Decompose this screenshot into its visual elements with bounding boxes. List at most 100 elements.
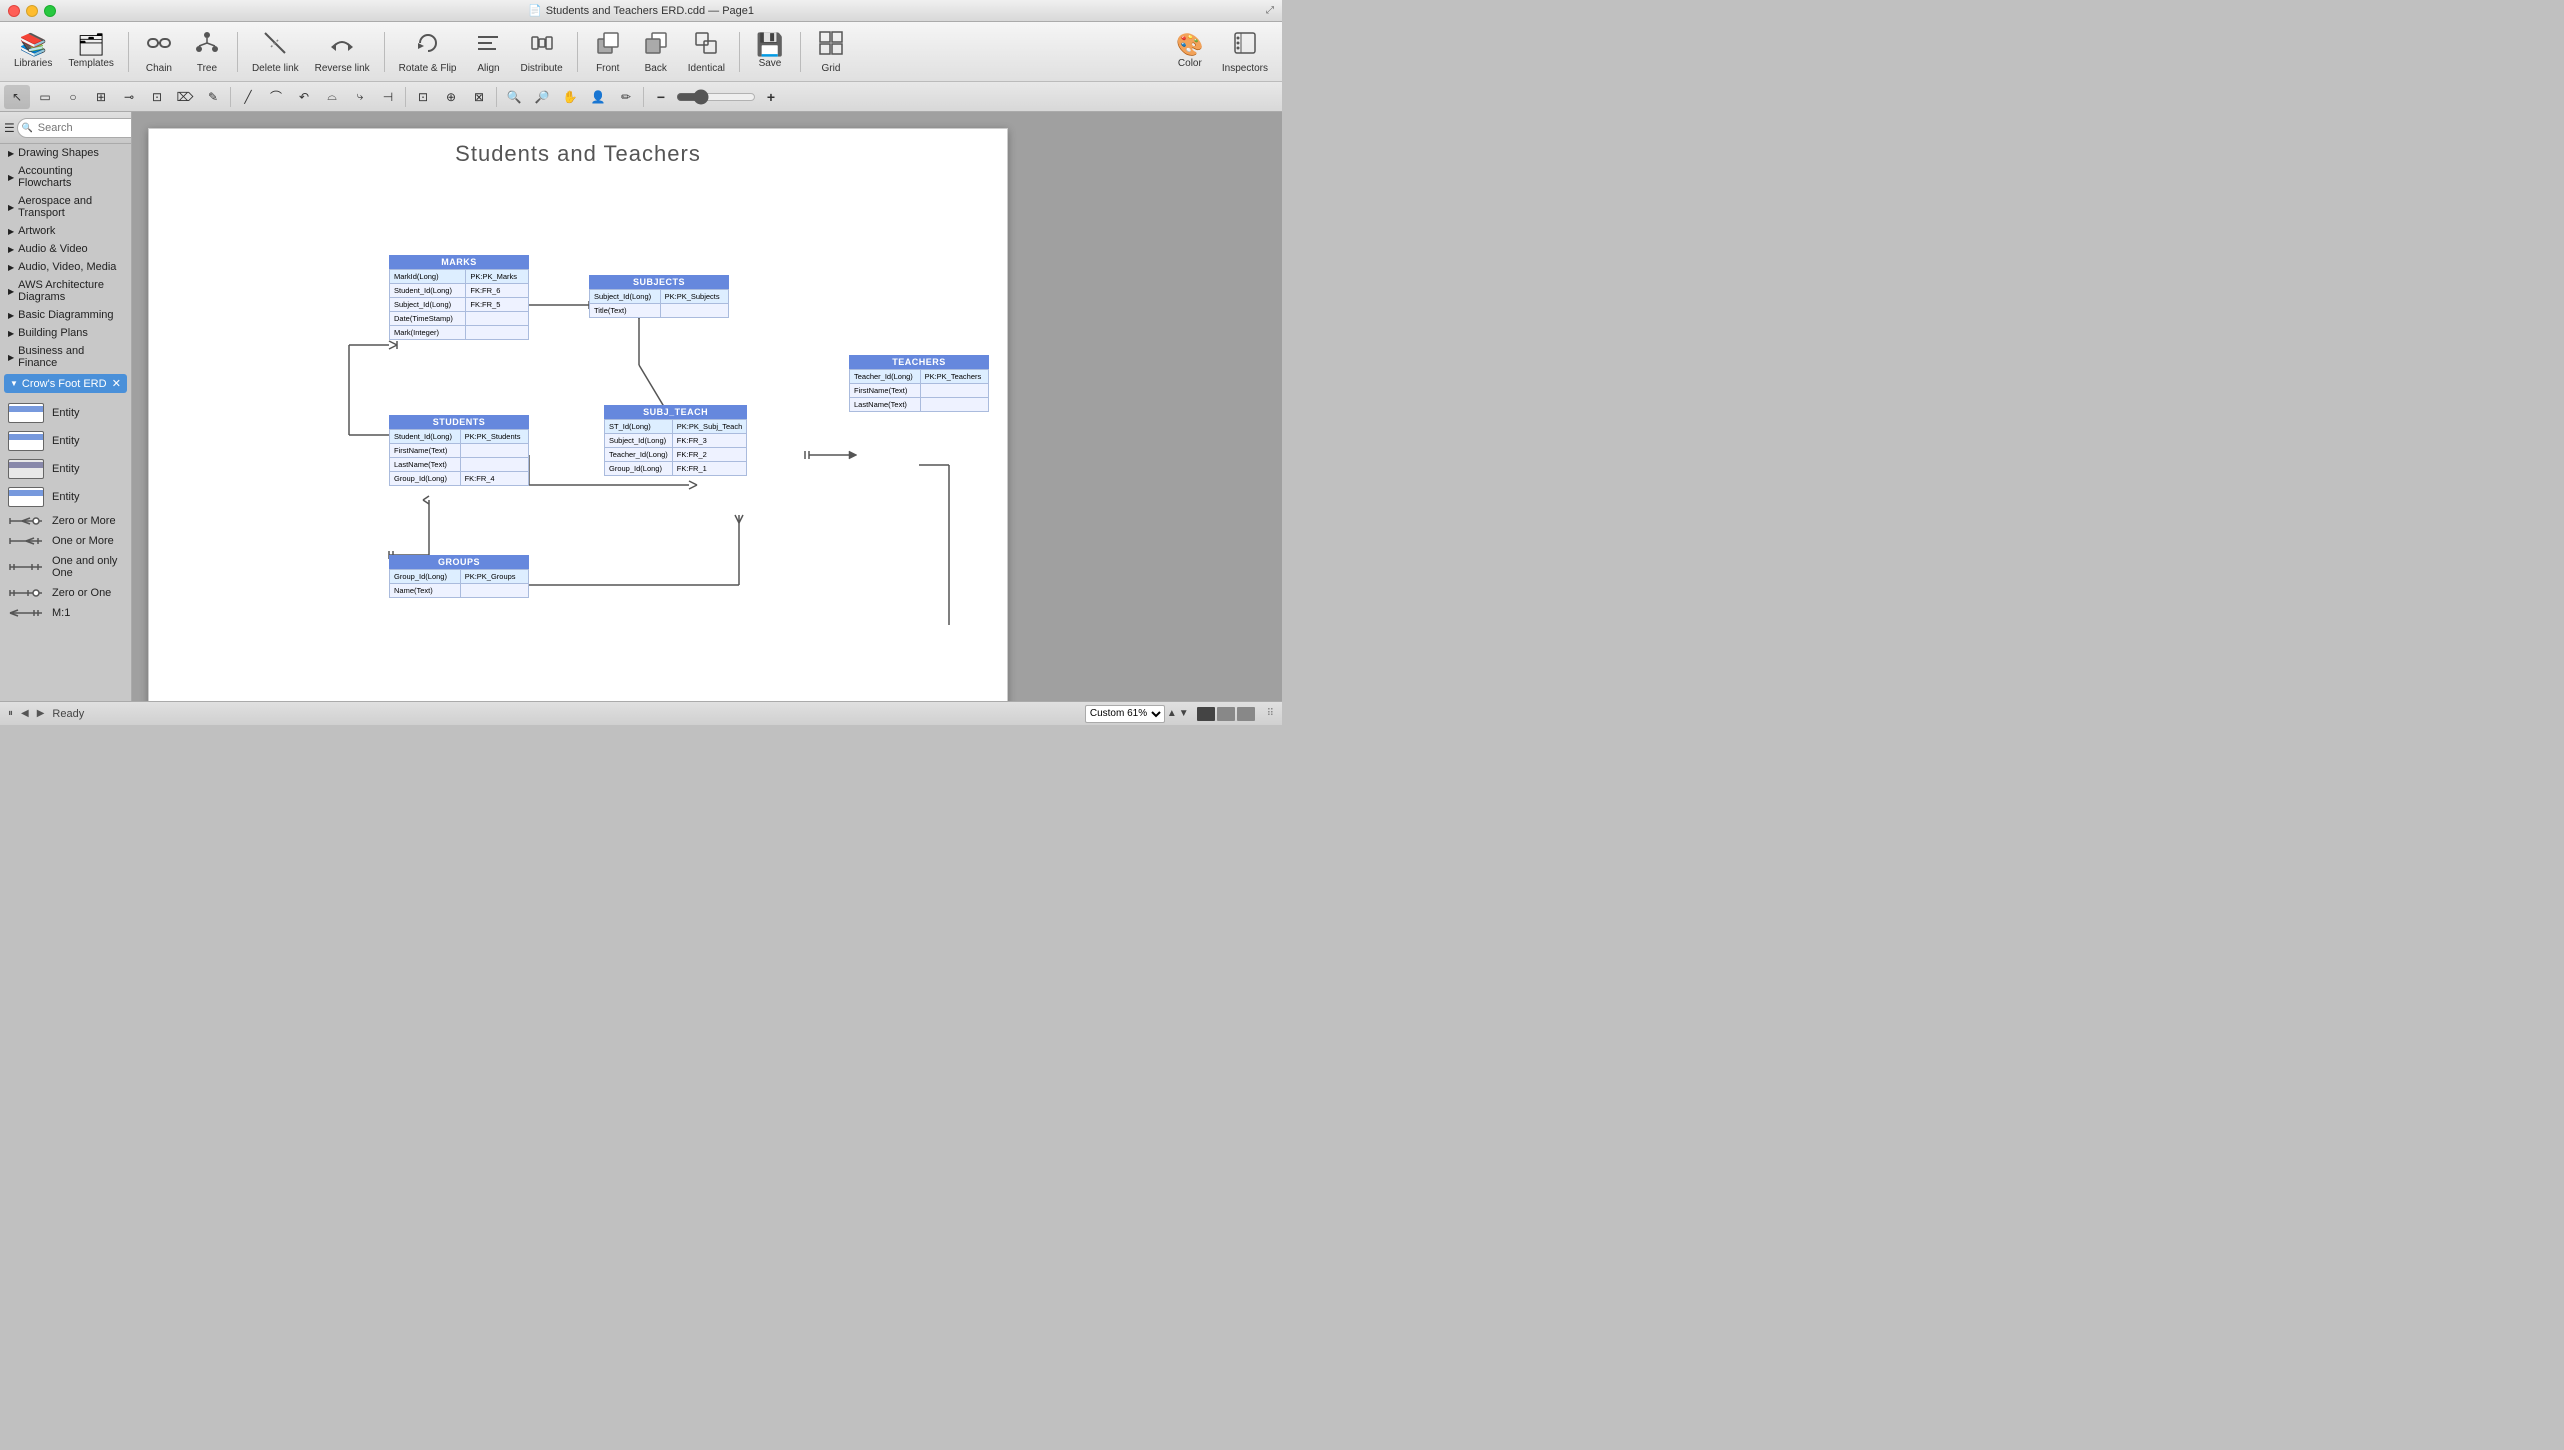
table-tool[interactable]: ⊞ (88, 85, 114, 109)
slice-tool[interactable]: ⌦ (172, 85, 198, 109)
edit-tool[interactable]: ✎ (200, 85, 226, 109)
zoom-slider[interactable] (676, 90, 756, 104)
line-tool[interactable]: ╱ (235, 85, 261, 109)
sidebar-item-basic-diagramming[interactable]: ▶ Basic Diagramming (0, 306, 131, 324)
subjects-table[interactable]: SUBJECTS Subject_Id(Long)PK:PK_Subjects … (589, 275, 729, 318)
view-btn-3[interactable] (1237, 707, 1255, 721)
chain-button[interactable]: Chain (137, 25, 181, 79)
zoom-in-btn[interactable]: + (758, 85, 784, 109)
subj-teach-table[interactable]: SUBJ_TEACH ST_Id(Long)PK:PK_Subj_Teach S… (604, 405, 747, 476)
sidebar-item-aerospace[interactable]: ▶ Aerospace and Transport (0, 192, 131, 222)
canvas-area[interactable]: Students and Teachers (132, 112, 1282, 701)
shape-zero-or-one[interactable]: Zero or One (4, 583, 127, 603)
zoom-up-icon[interactable]: ▲ (1167, 708, 1177, 719)
tb2-sep-4 (643, 87, 644, 107)
distribute-button[interactable]: Distribute (514, 25, 568, 79)
pdf-icon: 📄 (528, 4, 542, 17)
zoom-out-tool[interactable]: 🔍 (501, 85, 527, 109)
secondary-toolbar: ↖ ▭ ○ ⊞ ⊸ ⊡ ⌦ ✎ ╱ ⌒ ↶ ⌓ ⤷ ⊣ ⊡ ⊕ ⊠ 🔍 🔎 ✋ … (0, 82, 1282, 112)
inspectors-button[interactable]: Inspectors (1216, 25, 1274, 79)
zoom-out-btn[interactable]: − (648, 85, 674, 109)
grid-button[interactable]: Grid (809, 25, 853, 79)
chevron-right-icon: ▶ (8, 353, 14, 362)
undo-tool[interactable]: ↶ (291, 85, 317, 109)
table-row: ST_Id(Long)PK:PK_Subj_Teach (605, 420, 747, 434)
delete-link-button[interactable]: Delete link (246, 25, 305, 79)
sidebar-item-audio-video-media[interactable]: ▶ Audio, Video, Media (0, 258, 131, 276)
user-tool[interactable]: 👤 (585, 85, 611, 109)
shape-zero-or-more[interactable]: Zero or More (4, 511, 127, 531)
zoom-select-tool[interactable]: ⊕ (438, 85, 464, 109)
table-row: Name(Text) (390, 584, 529, 598)
transform-tool[interactable]: ⊠ (466, 85, 492, 109)
front-button[interactable]: Front (586, 25, 630, 79)
view-btn-2[interactable] (1217, 707, 1235, 721)
separator-2 (237, 32, 238, 72)
table-row: Group_Id(Long)FK:FR_4 (390, 472, 529, 486)
shape-entity-3[interactable]: Entity (4, 455, 127, 483)
hand-tool[interactable]: ✋ (557, 85, 583, 109)
table-row: Subject_Id(Long)FK:FR_3 (605, 434, 747, 448)
connect-tool[interactable]: ⊸ (116, 85, 142, 109)
sidebar-item-aws[interactable]: ▶ AWS Architecture Diagrams (0, 276, 131, 306)
zoom-select[interactable]: Custom 61% 100% 75% 50% 25% Fit Page (1085, 705, 1165, 723)
prev-btn[interactable]: ◀ (21, 708, 29, 719)
ortho-tool[interactable]: ⊣ (375, 85, 401, 109)
maximize-button[interactable] (44, 5, 56, 17)
rotate-flip-button[interactable]: Rotate & Flip (393, 25, 463, 79)
shape-entity-1[interactable]: Entity (4, 399, 127, 427)
sidebar-item-building-plans[interactable]: ▶ Building Plans (0, 324, 131, 342)
status-bar: ⏸ ◀ ▶ Ready Custom 61% 100% 75% 50% 25% … (0, 701, 1282, 725)
pause-btn[interactable]: ⏸ (8, 708, 13, 719)
select-tool[interactable]: ↖ (4, 85, 30, 109)
sidebar-item-accounting[interactable]: ▶ Accounting Flowcharts (0, 162, 131, 192)
zoom-fit-tool[interactable]: ⊡ (410, 85, 436, 109)
inspectors-icon (1231, 29, 1259, 61)
sidebar-item-crows-foot-erd[interactable]: ▼ Crow's Foot ERD ✕ (4, 374, 127, 393)
search-input[interactable] (17, 118, 132, 138)
students-table[interactable]: STUDENTS Student_Id(Long)PK:PK_Students … (389, 415, 529, 486)
pen-tool[interactable]: ✏ (613, 85, 639, 109)
sidebar-header: ☰ ⊞ 🔍 (0, 112, 131, 144)
expand-button[interactable]: ⤢ (1266, 5, 1274, 16)
table-row: Title(Text) (590, 304, 729, 318)
sidebar-item-drawing-shapes[interactable]: ▶ Drawing Shapes (0, 144, 131, 162)
resize-handle[interactable]: ⠿ (1267, 708, 1274, 719)
tree-button[interactable]: Tree (185, 25, 229, 79)
table-row: FirstName(Text) (850, 384, 989, 398)
sidebar-item-artwork[interactable]: ▶ Artwork (0, 222, 131, 240)
groups-table[interactable]: GROUPS Group_Id(Long)PK:PK_Groups Name(T… (389, 555, 529, 598)
chevron-right-icon: ▶ (8, 173, 14, 182)
libraries-button[interactable]: 📚 Libraries (8, 25, 58, 79)
marks-table[interactable]: MARKS MarkId(Long)PK:PK_Marks Student_Id… (389, 255, 529, 340)
rect-select-tool[interactable]: ▭ (32, 85, 58, 109)
shape-entity-2[interactable]: Entity (4, 427, 127, 455)
arc-tool[interactable]: ⌓ (319, 85, 345, 109)
close-button[interactable] (8, 5, 20, 17)
align-button[interactable]: Align (466, 25, 510, 79)
templates-button[interactable]: 🗂 Templates (62, 25, 120, 79)
crop-tool[interactable]: ⊡ (144, 85, 170, 109)
shape-entity-4[interactable]: Entity (4, 483, 127, 511)
sidebar-item-audio-video[interactable]: ▶ Audio & Video (0, 240, 131, 258)
teachers-table[interactable]: TEACHERS Teacher_Id(Long)PK:PK_Teachers … (849, 355, 989, 412)
curve-tool[interactable]: ⌒ (263, 85, 289, 109)
zoom-down-icon[interactable]: ▼ (1179, 708, 1189, 719)
shape-one-or-more[interactable]: One or More (4, 531, 127, 551)
zoom-in-tool[interactable]: 🔎 (529, 85, 555, 109)
oval-tool[interactable]: ○ (60, 85, 86, 109)
shape-one-and-only-one[interactable]: One and only One (4, 551, 127, 583)
color-button[interactable]: 🎨 Color (1168, 25, 1212, 79)
sidebar-list-btn[interactable]: ☰ (4, 116, 15, 140)
view-btn-1[interactable] (1197, 707, 1215, 721)
minimize-button[interactable] (26, 5, 38, 17)
identical-button[interactable]: Identical (682, 25, 731, 79)
save-button[interactable]: 💾 Save (748, 25, 792, 79)
next-btn[interactable]: ▶ (37, 708, 45, 719)
close-library-btn[interactable]: ✕ (112, 377, 121, 390)
connector-tool[interactable]: ⤷ (347, 85, 373, 109)
reverse-link-button[interactable]: Reverse link (309, 25, 376, 79)
sidebar-item-business[interactable]: ▶ Business and Finance (0, 342, 131, 372)
back-button[interactable]: Back (634, 25, 678, 79)
shape-m1[interactable]: M:1 (4, 603, 127, 623)
